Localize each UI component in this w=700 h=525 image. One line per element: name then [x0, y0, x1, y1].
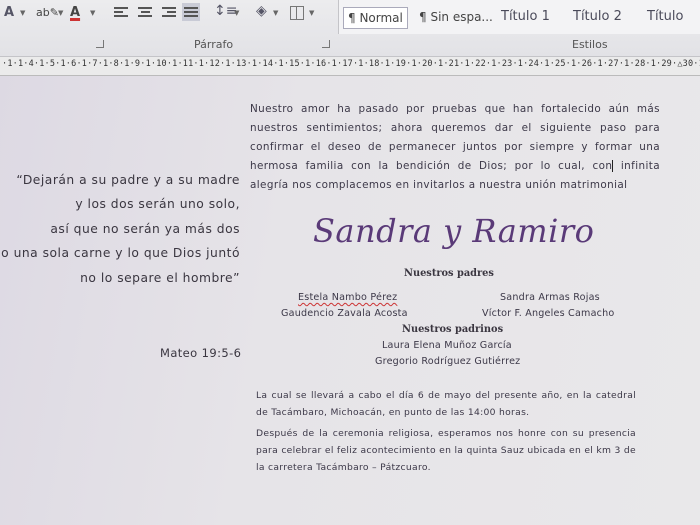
justify-icon[interactable] [182, 3, 200, 21]
styles-group-label: Estilos [572, 38, 608, 51]
godparent-name: Gregorio Rodríguez Gutiérrez [375, 356, 521, 367]
style-title[interactable]: Título [643, 7, 687, 27]
style-normal[interactable]: ¶ Normal [343, 7, 408, 29]
parent-name: Sandra Armas Rojas [500, 292, 600, 303]
font-color-icon[interactable]: A [70, 4, 80, 22]
chevron-down-icon[interactable]: ▼ [58, 9, 63, 17]
verse-line: “Dejarán a su padre y a su madre [16, 173, 240, 187]
reception-details: Después de la ceremonia religiosa, esper… [256, 428, 636, 473]
paragraph-group-label: Párrafo [194, 38, 234, 51]
intro-paragraph[interactable]: Nuestro amor ha pasado por pruebas que h… [250, 100, 660, 195]
chevron-down-icon[interactable]: ▼ [90, 9, 95, 17]
borders-icon[interactable] [290, 6, 304, 20]
verse-line: así que no serán ya más dos [50, 221, 240, 236]
align-left-icon[interactable] [114, 5, 128, 19]
styles-gallery: ¶ Normal ¶ Sin espa... Título 1 Título 2… [338, 0, 700, 34]
event-details: La cual se llevará a cabo el día 6 de ma… [256, 390, 636, 418]
intro-text: Nuestro amor ha pasado por pruebas que h… [250, 103, 660, 172]
ribbon: A ▼ ab✎ ▼ A ▼ ↕≡ ▼ ◈ ▼ ▼ Párrafo ¶ Norma… [0, 0, 700, 57]
shading-icon[interactable]: ◈ [256, 3, 267, 19]
godparents-heading: Nuestros padrinos [402, 324, 504, 335]
parents-heading: Nuestros padres [404, 268, 494, 279]
verse-line: no lo separe el hombre” [80, 270, 240, 285]
godparent-name: Laura Elena Muñoz García [382, 340, 512, 351]
ruler-ticks: ·1·1·4·1·5·1·6·1·7·1·8·1·9·1·10·1·11·1·1… [2, 59, 700, 69]
chevron-down-icon[interactable]: ▼ [234, 9, 239, 17]
parent-name: Estela Nambo Pérez [298, 292, 398, 303]
style-heading-2[interactable]: Título 2 [569, 7, 626, 27]
parent-name: Gaudencio Zavala Acosta [281, 308, 408, 319]
bible-verse: “Dejarán a su padre y a su madre y los d… [0, 168, 240, 290]
parent-name: Víctor F. Angeles Camacho [482, 308, 615, 319]
verse-reference: Mateo 19:5-6 [160, 346, 242, 360]
verse-line: sino una sola carne y lo que Dios juntó [0, 246, 240, 261]
align-center-icon[interactable] [138, 5, 152, 19]
highlight-color-icon[interactable]: ab✎ [36, 4, 59, 22]
align-right-icon[interactable] [162, 5, 176, 19]
dialog-launcher-icon[interactable] [322, 40, 330, 48]
chevron-down-icon[interactable]: ▼ [309, 9, 314, 17]
text-effects-icon[interactable]: A [4, 4, 14, 22]
horizontal-ruler[interactable]: ·1·1·4·1·5·1·6·1·7·1·8·1·9·1·10·1·11·1·1… [0, 57, 700, 76]
style-no-spacing[interactable]: ¶ Sin espa... [415, 7, 497, 27]
verse-line: y los dos serán uno solo, [75, 197, 240, 212]
chevron-down-icon[interactable]: ▼ [273, 9, 278, 17]
style-heading-1[interactable]: Título 1 [497, 7, 554, 27]
dialog-launcher-icon[interactable] [96, 40, 104, 48]
chevron-down-icon[interactable]: ▼ [20, 9, 25, 17]
couple-names: Sandra y Ramiro [313, 212, 595, 250]
document-page[interactable]: Nuestro amor ha pasado por pruebas que h… [0, 76, 700, 525]
